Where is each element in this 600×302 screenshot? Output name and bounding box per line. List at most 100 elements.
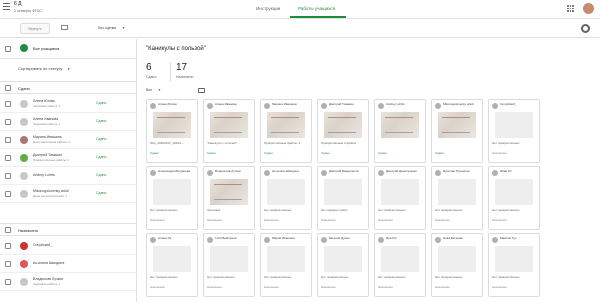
attachment-thumbnail[interactable] <box>210 112 248 138</box>
attachment-thumbnail[interactable] <box>210 179 248 205</box>
list-item[interactable]: Mikonogolovenky arkdi Дана дополнительна… <box>0 185 137 203</box>
submission-card[interactable]: Александра Богданова Нет прикреплённых Наз… <box>146 166 198 230</box>
card-student-name: Иван Ох <box>500 170 512 173</box>
student-checkbox[interactable] <box>5 261 11 267</box>
submission-card[interactable]: Евгения Дунин Нет прикреплённых Назначено <box>317 233 369 297</box>
status-badge: Назначено <box>492 285 507 289</box>
section-label: Назначено <box>18 228 38 233</box>
section-header-submitted[interactable]: Сдано <box>0 81 137 94</box>
card-caption: Нет прикреплённых <box>264 209 292 212</box>
status-badge: Сдано <box>321 151 330 155</box>
submission-card[interactable]: Алина Ок Нет прикреплённых Назначено <box>146 233 198 297</box>
submitted-count[interactable]: 6 <box>146 62 152 73</box>
submission-card[interactable]: Дмитрий Бандалетов Нет сданных работ Назна… <box>317 166 369 230</box>
list-item[interactable]: Алена Иванова Черновая работа: 1 Сдано <box>0 113 137 131</box>
avatar <box>264 170 270 176</box>
grading-select[interactable]: Без оценки ▼ <box>98 26 125 30</box>
submission-card[interactable]: Иван Ох Нет прикреплённых Назначено <box>488 166 540 230</box>
chevron-down-icon: ▼ <box>158 88 162 92</box>
class-title[interactable]: 6 Д <box>14 1 22 7</box>
list-item[interactable]: Дмитрий Тимакин Прикреплённые файлы: 1 С… <box>0 149 137 167</box>
student-checkbox[interactable] <box>5 137 11 143</box>
card-student-name: Алина Ок <box>158 237 172 240</box>
gear-icon[interactable] <box>581 24 590 33</box>
section-header-assigned[interactable]: Назначено <box>0 223 137 236</box>
list-item[interactable]: Сичуйский_ <box>0 237 137 255</box>
student-checkbox[interactable] <box>5 279 11 285</box>
submission-card[interactable]: Мария Ивашина Нет прикреплённых Назначено <box>260 233 312 297</box>
attachment-thumbnail[interactable] <box>324 112 362 138</box>
submission-card[interactable]: Mikonogolovenky arkdi Сдано <box>431 99 483 163</box>
submission-card[interactable]: Andrey Lohrts Сдано <box>374 99 426 163</box>
submission-card[interactable]: Дмитрий Данильченко Нет прикреплённых Назн… <box>374 166 426 230</box>
return-button[interactable]: Вернуть <box>20 23 50 34</box>
top-bar: 6 Д 2 четверть ФГОС Инструкции Работы уч… <box>0 0 600 19</box>
submission-card[interactable]: Владислав Лучкин Черновик Назначено <box>203 166 255 230</box>
student-checkbox[interactable] <box>5 243 11 249</box>
menu-icon[interactable] <box>3 3 10 10</box>
status-badge: Назначено <box>492 218 507 222</box>
list-item[interactable]: Andrey Lohrts Сдано <box>0 167 137 185</box>
submission-card[interactable]: Марина Ивашина Прикреплённые файлы: 1 Сдан… <box>260 99 312 163</box>
submission-card[interactable]: Глеб Выборнов Нет прикреплённых Назначено <box>203 233 255 297</box>
list-item[interactable]: Ак-алина Шмидина <box>0 255 137 273</box>
submission-card[interactable]: Ника Бычкова Нет прикреплённых Назначено <box>431 233 483 297</box>
avatar <box>20 242 28 250</box>
student-checkbox[interactable] <box>5 101 11 107</box>
avatar[interactable] <box>583 3 594 14</box>
submission-card[interactable]: Дмитрий Тимакин Прикреплённые 2 файла Сдан… <box>317 99 369 163</box>
attachment-thumbnail[interactable] <box>381 112 419 138</box>
submission-card[interactable]: Алина Югова IMG_20200123_18234-... Сдано <box>146 99 198 163</box>
status-badge: Назначено <box>207 285 222 289</box>
avatar <box>492 237 498 243</box>
tab-student-work[interactable]: Работы учащихся <box>298 6 335 11</box>
student-checkbox[interactable] <box>5 191 11 197</box>
list-item[interactable]: Марина Ивашина Дополнительная работа: 1 … <box>0 131 137 149</box>
tab-instructions[interactable]: Инструкции <box>256 6 280 11</box>
section-checkbox[interactable] <box>5 85 11 91</box>
student-checkbox[interactable] <box>5 119 11 125</box>
list-item[interactable]: Алина Югова Черновая работа: 1 Сдано <box>0 95 137 113</box>
avatar <box>321 237 327 243</box>
attachment-thumbnail[interactable] <box>438 112 476 138</box>
attachment-thumbnail[interactable] <box>153 112 191 138</box>
sort-select[interactable]: Сортировать по статусу ▼ <box>18 66 70 71</box>
card-student-name: Мария Ивашина <box>272 237 295 240</box>
student-attachment-info: Дополнительная работа: 1 <box>33 140 71 144</box>
card-caption: Нет прикреплённых <box>435 276 463 279</box>
chevron-down-icon: ▼ <box>67 67 71 71</box>
submission-card[interactable]: Алена Иванова "Каникулы с пользой" Сдано <box>203 99 255 163</box>
submission-card[interactable]: Сичуйский_ Нет прикреплённых Назначено <box>488 99 540 163</box>
submission-card[interactable]: Ярослав Трушкина Нет прикреплённых Назначе… <box>431 166 483 230</box>
student-name: Алина Югова <box>33 99 55 103</box>
student-checkbox[interactable] <box>5 155 11 161</box>
apps-grid-icon[interactable] <box>567 5 574 12</box>
student-sidebar: Все учащиеся Сортировать по статусу ▼ Сда… <box>0 39 137 302</box>
attachment-thumbnail <box>438 246 476 272</box>
student-checkbox[interactable] <box>5 173 11 179</box>
attachment-thumbnail[interactable] <box>267 112 305 138</box>
submission-card[interactable]: Ак-алина Шмидина Нет прикреплённых Назначе… <box>260 166 312 230</box>
list-item[interactable]: Владислав Лучкин Черновая работа: 1 <box>0 273 137 291</box>
avatar <box>435 237 441 243</box>
card-student-name: Andrey Lohrts <box>386 103 405 106</box>
submission-card[interactable]: Ира Рог Нет прикреплённых Назначено <box>374 233 426 297</box>
student-name: Mikonogolovenky arkdi <box>33 189 69 193</box>
assigned-count[interactable]: 17 <box>176 62 187 73</box>
card-caption: Нет прикреплённых <box>321 276 349 279</box>
card-caption: Нет прикреплённых <box>150 276 178 279</box>
avatar <box>207 237 213 243</box>
student-attachment-info: Прикреплённые файлы: 1 <box>33 158 70 162</box>
filter-select[interactable]: Все ▼ <box>146 88 161 92</box>
section-checkbox[interactable] <box>5 227 11 233</box>
status-badge: Сдано <box>96 155 107 159</box>
all-students-checkbox[interactable] <box>5 46 11 52</box>
status-badge: Сдано <box>96 137 107 141</box>
submission-card[interactable]: Максим Тур Нет прикреплённых Назначено <box>488 233 540 297</box>
student-name: Марина Ивашина <box>33 135 62 139</box>
assignment-title: "Каникулы с пользой" <box>146 46 206 52</box>
all-students-row[interactable]: Все учащиеся <box>0 39 137 59</box>
folder-icon[interactable] <box>198 88 205 93</box>
status-badge: Назначено <box>321 218 336 222</box>
mail-icon[interactable] <box>61 25 68 30</box>
